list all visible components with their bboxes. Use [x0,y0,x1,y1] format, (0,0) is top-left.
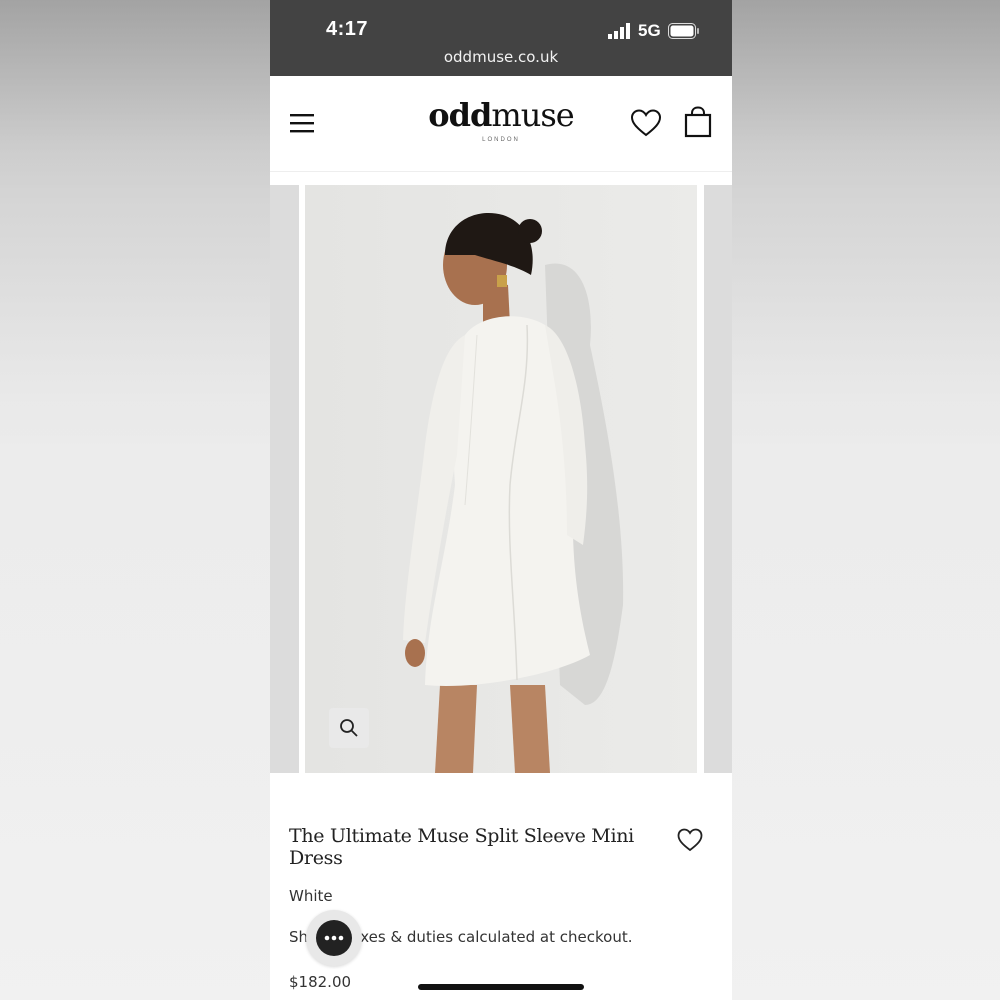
shipping-note-end: axes & duties calculated at checkout. [351,928,633,946]
product-image[interactable] [305,185,697,773]
chat-button[interactable] [306,910,362,966]
wishlist-heart-icon[interactable] [631,109,661,137]
product-image-gallery[interactable] [270,185,732,773]
background-right [732,0,1000,1000]
magnifier-icon [340,719,358,737]
background-left [0,0,270,1000]
home-indicator [418,984,584,990]
zoom-button[interactable] [329,708,369,748]
phone-screen: 4:17 5G oddmuse.co.uk oddmuse LONDON The… [270,0,732,1000]
network-type: 5G [638,21,661,40]
cellular-signal-icon [608,23,630,39]
logo-part-muse: muse [491,96,574,134]
product-title: The Ultimate Muse Split Sleeve Mini Dres… [289,825,634,869]
model-photo-illustration [305,185,697,773]
status-time: 4:17 [326,18,369,40]
shopping-bag-icon[interactable] [684,106,712,138]
previous-image-peek[interactable] [270,185,299,773]
selected-color: White [289,887,333,905]
heart-icon[interactable] [677,828,703,852]
status-bar: 4:17 5G oddmuse.co.uk [270,0,732,76]
chat-bubble-icon [316,920,352,956]
battery-icon [668,23,699,39]
logo-subtitle: LONDON [482,137,520,143]
product-price: $182.00 [289,973,352,991]
next-image-peek[interactable] [704,185,732,773]
logo-part-odd: odd [428,96,492,134]
site-header: oddmuse LONDON [270,76,732,172]
brand-logo[interactable]: oddmuse [270,96,732,134]
address-bar-url[interactable]: oddmuse.co.uk [270,48,732,66]
